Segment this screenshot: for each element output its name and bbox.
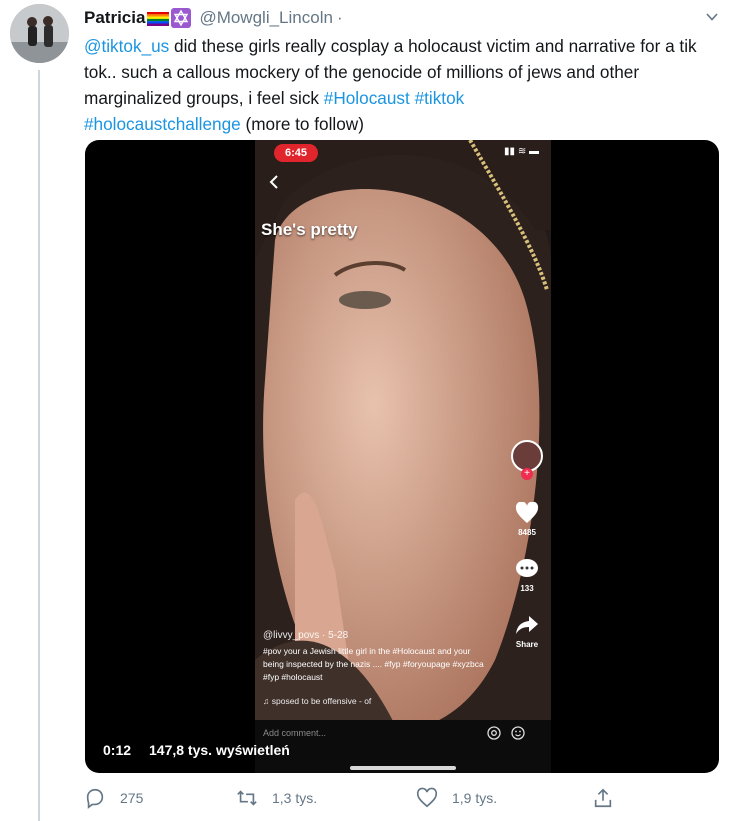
video-view-count: 147,8 tys. wyświetleń [149,742,290,758]
retweet-button[interactable]: 1,3 tys. [236,787,317,809]
share-icon [594,788,612,808]
like-count: 1,9 tys. [452,790,498,806]
tiktok-screen: 6:45 ▮▮ ≋ ▬ She's pretty + 8485 133 Shar… [255,140,551,773]
tiktok-sound: ♫ sposed to be offensive - of [263,696,372,706]
rainbow-flag-icon [147,11,170,26]
retweet-icon [237,790,257,806]
tiktok-description: #pov your a Jewish little girl in the #H… [263,646,484,682]
tweet-header: Patricia @Mowgli_Lincoln · [84,6,343,30]
share-label: Share [515,640,539,649]
chevron-down-icon[interactable] [705,10,719,24]
tweet-tail: (more to follow) [240,114,364,134]
hashtag-link[interactable]: #tiktok [415,88,465,108]
follow-plus-icon: + [521,468,533,480]
reply-count: 275 [120,790,144,806]
hashtag-link[interactable]: #holocaustchallenge [84,114,241,134]
tiktok-username: @livvy_povs · 5-28 [263,630,349,641]
comment-count: 133 [520,584,534,593]
reply-icon [86,788,104,809]
comment-placeholder: Add comment... [263,728,327,738]
back-chevron-icon [267,174,281,190]
share-button[interactable] [592,787,614,809]
tweet-actions: 275 1,3 tys. 1,9 tys. [84,787,624,815]
reply-button[interactable]: 275 [84,787,143,809]
star-of-david-icon [171,8,192,28]
video-scrub-bar[interactable] [350,766,456,770]
heart-icon [515,501,539,524]
emoji-icon [511,726,525,740]
video-player[interactable]: 6:45 ▮▮ ≋ ▬ She's pretty + 8485 133 Shar… [85,140,719,773]
thread-line [38,70,40,821]
like-button[interactable]: 1,9 tys. [416,787,497,809]
phone-status-icons: ▮▮ ≋ ▬ [504,146,539,157]
share-arrow-icon [515,614,539,636]
like-count: 8485 [518,528,536,537]
like-icon [416,787,438,808]
overlay-caption: She's pretty [261,220,358,239]
mention-link[interactable]: @tiktok_us [84,36,169,56]
author-handle[interactable]: @Mowgli_Lincoln [199,8,333,28]
retweet-count: 1,3 tys. [272,790,318,806]
tiktok-clock: 6:45 [274,144,318,162]
comment-bubble-icon [515,558,539,580]
hashtag-link[interactable]: #Holocaust [324,88,410,108]
separator-dot: · [336,8,343,27]
author-name[interactable]: Patricia [84,8,145,28]
avatar[interactable] [10,4,69,63]
tweet-text: @tiktok_us did these girls really cospla… [84,33,724,137]
at-icon [487,726,501,740]
video-elapsed-time: 0:12 [103,742,132,758]
